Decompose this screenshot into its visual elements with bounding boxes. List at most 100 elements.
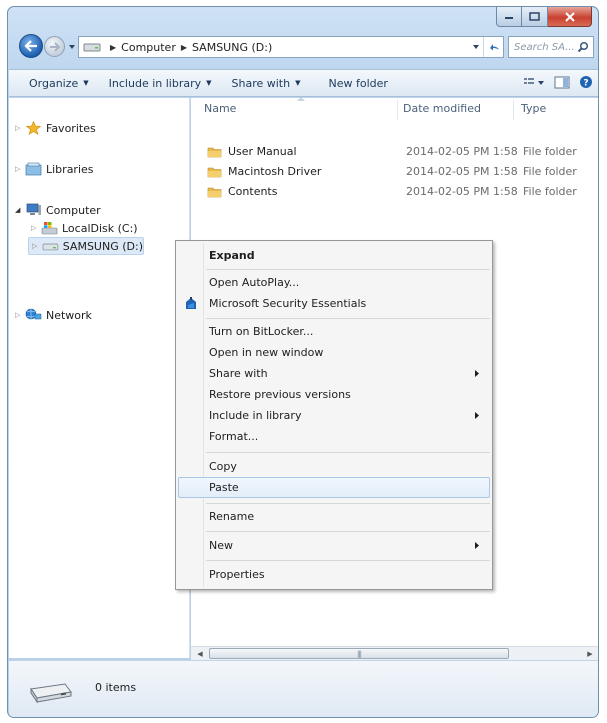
organize-label: Organize	[29, 76, 79, 90]
svg-text:?: ?	[583, 79, 588, 89]
expand-arrow-icon[interactable]: ▷	[15, 124, 25, 132]
file-row[interactable]: User Manual 2014-02-05 PM 1:58 File fold…	[191, 142, 598, 162]
menu-item-new[interactable]: New	[178, 535, 490, 556]
maximize-icon	[529, 12, 540, 21]
menu-item-label: Rename	[209, 510, 255, 523]
menu-item-label: New	[209, 539, 233, 552]
nav-samsung-drive[interactable]: ▷ SAMSUNG (D:)	[28, 237, 144, 255]
view-options-icon[interactable]	[523, 76, 545, 88]
file-row[interactable]: Macintosh Driver 2014-02-05 PM 1:58 File…	[191, 162, 598, 182]
include-in-library-button[interactable]: Include in library ▼	[97, 77, 220, 90]
file-name-cell: Contents	[207, 185, 277, 198]
refresh-icon	[489, 44, 499, 51]
details-pane: 0 items	[9, 660, 598, 717]
maximize-button[interactable]	[522, 7, 548, 27]
address-bar[interactable]: ▶ Computer ▶ SAMSUNG (D:)	[78, 36, 504, 58]
breadcrumb-samsung[interactable]: SAMSUNG (D:)	[192, 41, 272, 54]
nav-libraries[interactable]: ▷ Libraries	[15, 160, 94, 178]
organize-button[interactable]: Organize ▼	[9, 77, 97, 90]
address-row: ▶ Computer ▶ SAMSUNG (D:) Search SA...	[8, 31, 598, 63]
menu-item-restore-previous-versions[interactable]: Restore previous versions	[178, 384, 490, 405]
close-icon	[564, 11, 575, 22]
search-input[interactable]: Search SA...	[508, 36, 594, 58]
column-divider[interactable]	[513, 100, 514, 120]
menu-item-label: Turn on BitLocker...	[209, 325, 314, 338]
expand-arrow-icon[interactable]: ▷	[31, 224, 41, 232]
submenu-arrow-icon	[475, 542, 479, 549]
new-folder-button[interactable]: New folder	[308, 77, 395, 90]
chevron-down-icon: ▼	[206, 79, 212, 87]
back-button[interactable]	[19, 34, 43, 58]
file-name: User Manual	[228, 145, 297, 158]
back-arrow-icon	[24, 40, 37, 52]
file-type: File folder	[523, 185, 577, 198]
menu-item-open-autoplay[interactable]: Open AutoPlay...	[178, 272, 490, 293]
menu-separator	[206, 531, 490, 532]
menu-item-label: Open AutoPlay...	[209, 276, 300, 289]
address-dropdown-button[interactable]	[469, 37, 483, 57]
nav-label: Favorites	[46, 121, 96, 135]
scroll-right-arrow-icon[interactable]: ▶	[583, 648, 597, 660]
menu-item-properties[interactable]: Properties	[178, 564, 490, 585]
menu-item-format[interactable]: Format...	[178, 426, 490, 447]
column-header-date-modified[interactable]: Date modified	[403, 102, 481, 115]
file-date: 2014-02-05 PM 1:58	[406, 185, 518, 198]
scroll-left-arrow-icon[interactable]: ◀	[193, 648, 207, 660]
menu-item-share-with[interactable]: Share with	[178, 363, 490, 384]
help-icon[interactable]: ?	[579, 75, 593, 89]
command-bar: Organize ▼ Include in library ▼ Share with…	[9, 69, 598, 97]
nav-label: SAMSUNG (D:)	[62, 239, 143, 253]
menu-item-expand[interactable]: Expand	[178, 245, 490, 266]
expand-arrow-icon[interactable]: ▷	[32, 242, 42, 250]
nav-computer[interactable]: ◢ Computer	[15, 201, 101, 219]
menu-item-open-in-new-window[interactable]: Open in new window	[178, 342, 490, 363]
menu-item-turn-on-bitlocker[interactable]: Turn on BitLocker...	[178, 321, 490, 342]
menu-item-rename[interactable]: Rename	[178, 506, 490, 527]
menu-item-label: Copy	[209, 460, 237, 473]
navigation-pane: ▷ Favorites ▷ Libraries ◢ Computer ▷ Loc…	[9, 98, 190, 658]
scrollbar-thumb[interactable]: |||	[209, 648, 509, 659]
column-divider[interactable]	[397, 100, 398, 120]
file-name: Macintosh Driver	[228, 165, 322, 178]
nav-label: LocalDisk (C:)	[62, 221, 138, 235]
refresh-button[interactable]	[483, 37, 503, 57]
nav-favorites[interactable]: ▷ Favorites	[15, 119, 96, 137]
chevron-down-icon	[473, 45, 479, 49]
column-header-name[interactable]: Name	[204, 102, 236, 115]
close-button[interactable]	[548, 7, 592, 27]
column-header-type[interactable]: Type	[521, 102, 546, 115]
expand-arrow-icon[interactable]: ▷	[15, 311, 25, 319]
folder-icon	[207, 187, 222, 197]
breadcrumb-separator: ▶	[110, 42, 117, 52]
breadcrumb-computer[interactable]: Computer	[121, 41, 176, 54]
menu-item-label: Paste	[209, 481, 239, 494]
menu-item-microsoft-security-essentials[interactable]: Microsoft Security Essentials	[178, 293, 490, 314]
expand-arrow-icon[interactable]: ▷	[15, 165, 25, 173]
new-folder-label: New folder	[328, 76, 388, 90]
nav-local-disk[interactable]: ▷ LocalDisk (C:)	[31, 219, 138, 237]
preview-pane-icon[interactable]	[554, 76, 570, 89]
collapse-arrow-icon[interactable]: ◢	[15, 206, 25, 214]
menu-item-copy[interactable]: Copy	[178, 456, 490, 477]
menu-item-label: Properties	[209, 568, 265, 581]
include-in-library-label: Include in library	[108, 76, 202, 90]
context-menu: Expand Open AutoPlay... Microsoft Securi…	[175, 240, 493, 590]
caption-buttons	[496, 7, 592, 29]
file-date: 2014-02-05 PM 1:58	[406, 145, 518, 158]
minimize-button[interactable]	[496, 7, 522, 27]
nav-network[interactable]: ▷ Network	[15, 306, 92, 324]
share-with-button[interactable]: Share with ▼	[220, 77, 309, 90]
menu-item-include-in-library[interactable]: Include in library	[178, 405, 490, 426]
security-essentials-icon	[186, 297, 196, 309]
chevron-down-icon: ▼	[83, 79, 89, 87]
file-name-cell: Macintosh Driver	[207, 165, 321, 178]
file-row[interactable]: Contents 2014-02-05 PM 1:58 File folder	[191, 182, 598, 202]
menu-item-paste[interactable]: Paste	[178, 477, 490, 498]
horizontal-scrollbar[interactable]: ◀ ||| ▶	[191, 646, 598, 660]
recent-pages-chevron-icon[interactable]	[68, 43, 76, 51]
file-type: File folder	[523, 145, 577, 158]
folder-icon	[207, 167, 222, 177]
folder-icon	[207, 147, 222, 157]
forward-button[interactable]	[44, 36, 65, 57]
sort-ascending-icon	[297, 97, 305, 101]
